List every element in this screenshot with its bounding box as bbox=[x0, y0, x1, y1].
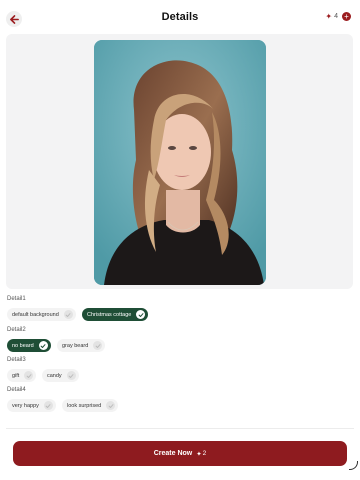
option-label: very happy bbox=[12, 402, 39, 409]
option-chip[interactable]: look surprised bbox=[62, 399, 119, 412]
check-icon bbox=[24, 371, 34, 380]
check-icon bbox=[38, 341, 48, 350]
check-icon bbox=[43, 401, 53, 410]
header: Details ✦ 4 + bbox=[0, 0, 360, 36]
section-label: Detail2 bbox=[7, 327, 26, 333]
option-chip[interactable]: no beard bbox=[7, 339, 51, 352]
credits-counter[interactable]: ✦ 4 + bbox=[325, 12, 351, 21]
option-chip[interactable]: candy bbox=[42, 369, 79, 382]
check-icon bbox=[93, 341, 103, 350]
option-label: gray beard bbox=[62, 342, 89, 349]
create-cost: ✦ 2 bbox=[196, 450, 206, 458]
divider bbox=[6, 428, 354, 429]
check-icon bbox=[66, 371, 76, 380]
option-chip[interactable]: gift bbox=[7, 369, 37, 382]
option-chip[interactable]: default background bbox=[7, 308, 76, 321]
option-label: gift bbox=[12, 372, 20, 379]
create-now-label: Create Now bbox=[153, 450, 193, 457]
corner-decoration bbox=[349, 461, 358, 470]
section-label: Detail1 bbox=[7, 296, 26, 302]
section-label: Detail4 bbox=[7, 387, 26, 393]
create-now-button[interactable]: Create Now ✦ 2 bbox=[13, 441, 347, 466]
page-title: Details bbox=[161, 11, 199, 23]
portrait-image bbox=[94, 40, 266, 285]
option-label: no beard bbox=[12, 342, 34, 349]
option-label: candy bbox=[47, 372, 62, 379]
photo-card bbox=[6, 34, 353, 289]
plus-icon[interactable]: + bbox=[342, 12, 351, 21]
check-icon bbox=[63, 310, 73, 319]
sparkle-icon: ✦ bbox=[196, 450, 202, 458]
option-label: Christmas cottage bbox=[87, 311, 132, 318]
section-label: Detail3 bbox=[7, 357, 26, 363]
sparkle-icon: ✦ bbox=[325, 11, 333, 21]
option-chip[interactable]: very happy bbox=[7, 399, 56, 412]
option-label: look surprised bbox=[67, 402, 102, 409]
option-chip[interactable]: gray beard bbox=[57, 339, 106, 352]
check-icon bbox=[136, 310, 146, 319]
create-cost-value: 2 bbox=[202, 450, 207, 457]
option-label: default background bbox=[12, 311, 59, 318]
option-chip[interactable]: Christmas cottage bbox=[82, 308, 149, 321]
credits-count: 4 bbox=[334, 13, 338, 20]
check-icon bbox=[106, 401, 116, 410]
